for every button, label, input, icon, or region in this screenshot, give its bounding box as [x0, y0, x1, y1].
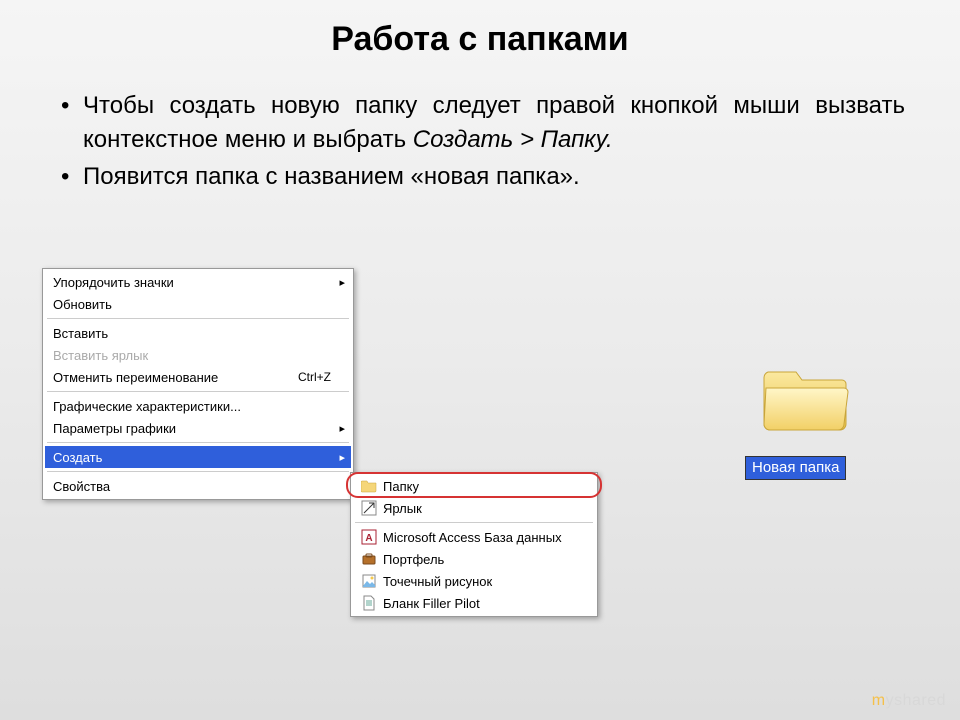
context-menu: Упорядочить значки Обновить Вставить Вст…: [42, 268, 354, 500]
submenu-item-label: Бланк Filler Pilot: [383, 596, 480, 611]
menu-item-label: Обновить: [53, 297, 112, 312]
menu-item-shortcut: Ctrl+Z: [298, 370, 331, 384]
submenu-access[interactable]: A Microsoft Access База данных: [353, 526, 595, 548]
menu-separator: [47, 471, 349, 472]
menu-create[interactable]: Создать: [45, 446, 351, 468]
folder-icon: [361, 478, 377, 494]
menu-item-label: Свойства: [53, 479, 110, 494]
access-icon: A: [361, 529, 377, 545]
bullet-1: Чтобы создать новую папку следует правой…: [55, 89, 905, 156]
menu-graphics-options[interactable]: Параметры графики: [45, 417, 351, 439]
new-folder-label[interactable]: Новая папка: [745, 456, 846, 480]
submenu-shortcut[interactable]: Ярлык: [353, 497, 595, 519]
submenu-item-label: Папку: [383, 479, 419, 494]
submenu-item-label: Портфель: [383, 552, 444, 567]
menu-item-label: Графические характеристики...: [53, 399, 241, 414]
menu-item-label: Отменить переименование: [53, 370, 218, 385]
submenu-briefcase[interactable]: Портфель: [353, 548, 595, 570]
submenu-filler-pilot[interactable]: Бланк Filler Pilot: [353, 592, 595, 614]
menu-paste-shortcut: Вставить ярлык: [45, 344, 351, 366]
bullet-list: Чтобы создать новую папку следует правой…: [55, 89, 905, 194]
watermark: myshared: [872, 692, 946, 710]
svg-text:A: A: [365, 533, 372, 544]
page-title: Работа с папками: [0, 0, 960, 59]
submenu-item-label: Microsoft Access База данных: [383, 530, 562, 545]
bitmap-icon: [361, 573, 377, 589]
submenu-separator: [355, 522, 593, 523]
bullet-1-italic: Создать > Папку.: [413, 126, 613, 153]
menu-separator: [47, 442, 349, 443]
submenu-bitmap[interactable]: Точечный рисунок: [353, 570, 595, 592]
submenu-create: Папку Ярлык A Microsoft Access База данн…: [350, 472, 598, 617]
watermark-rest: yshared: [886, 692, 946, 709]
briefcase-icon: [361, 551, 377, 567]
menu-refresh[interactable]: Обновить: [45, 293, 351, 315]
menu-properties[interactable]: Свойства: [45, 475, 351, 497]
menu-item-label: Создать: [53, 450, 102, 465]
submenu-item-label: Ярлык: [383, 501, 422, 516]
menu-graphics-properties[interactable]: Графические характеристики...: [45, 395, 351, 417]
large-folder-icon[interactable]: [760, 360, 850, 435]
menu-paste[interactable]: Вставить: [45, 322, 351, 344]
menu-item-label: Упорядочить значки: [53, 275, 174, 290]
bullet-2-text: Появится папка с названием «новая папка»…: [83, 163, 580, 190]
content-text: Чтобы создать новую папку следует правой…: [0, 59, 960, 208]
menu-item-label: Вставить ярлык: [53, 348, 148, 363]
menu-separator: [47, 391, 349, 392]
shortcut-icon: [361, 500, 377, 516]
menu-separator: [47, 318, 349, 319]
menu-arrange-icons[interactable]: Упорядочить значки: [45, 271, 351, 293]
watermark-accent: m: [872, 692, 886, 709]
submenu-folder[interactable]: Папку: [353, 475, 595, 497]
new-folder-label-text: Новая папка: [752, 459, 839, 476]
menu-undo-rename[interactable]: Отменить переименование Ctrl+Z: [45, 366, 351, 388]
menu-item-label: Вставить: [53, 326, 108, 341]
bullet-2: Появится папка с названием «новая папка»…: [55, 160, 905, 194]
submenu-item-label: Точечный рисунок: [383, 574, 492, 589]
document-icon: [361, 595, 377, 611]
menu-item-label: Параметры графики: [53, 421, 176, 436]
